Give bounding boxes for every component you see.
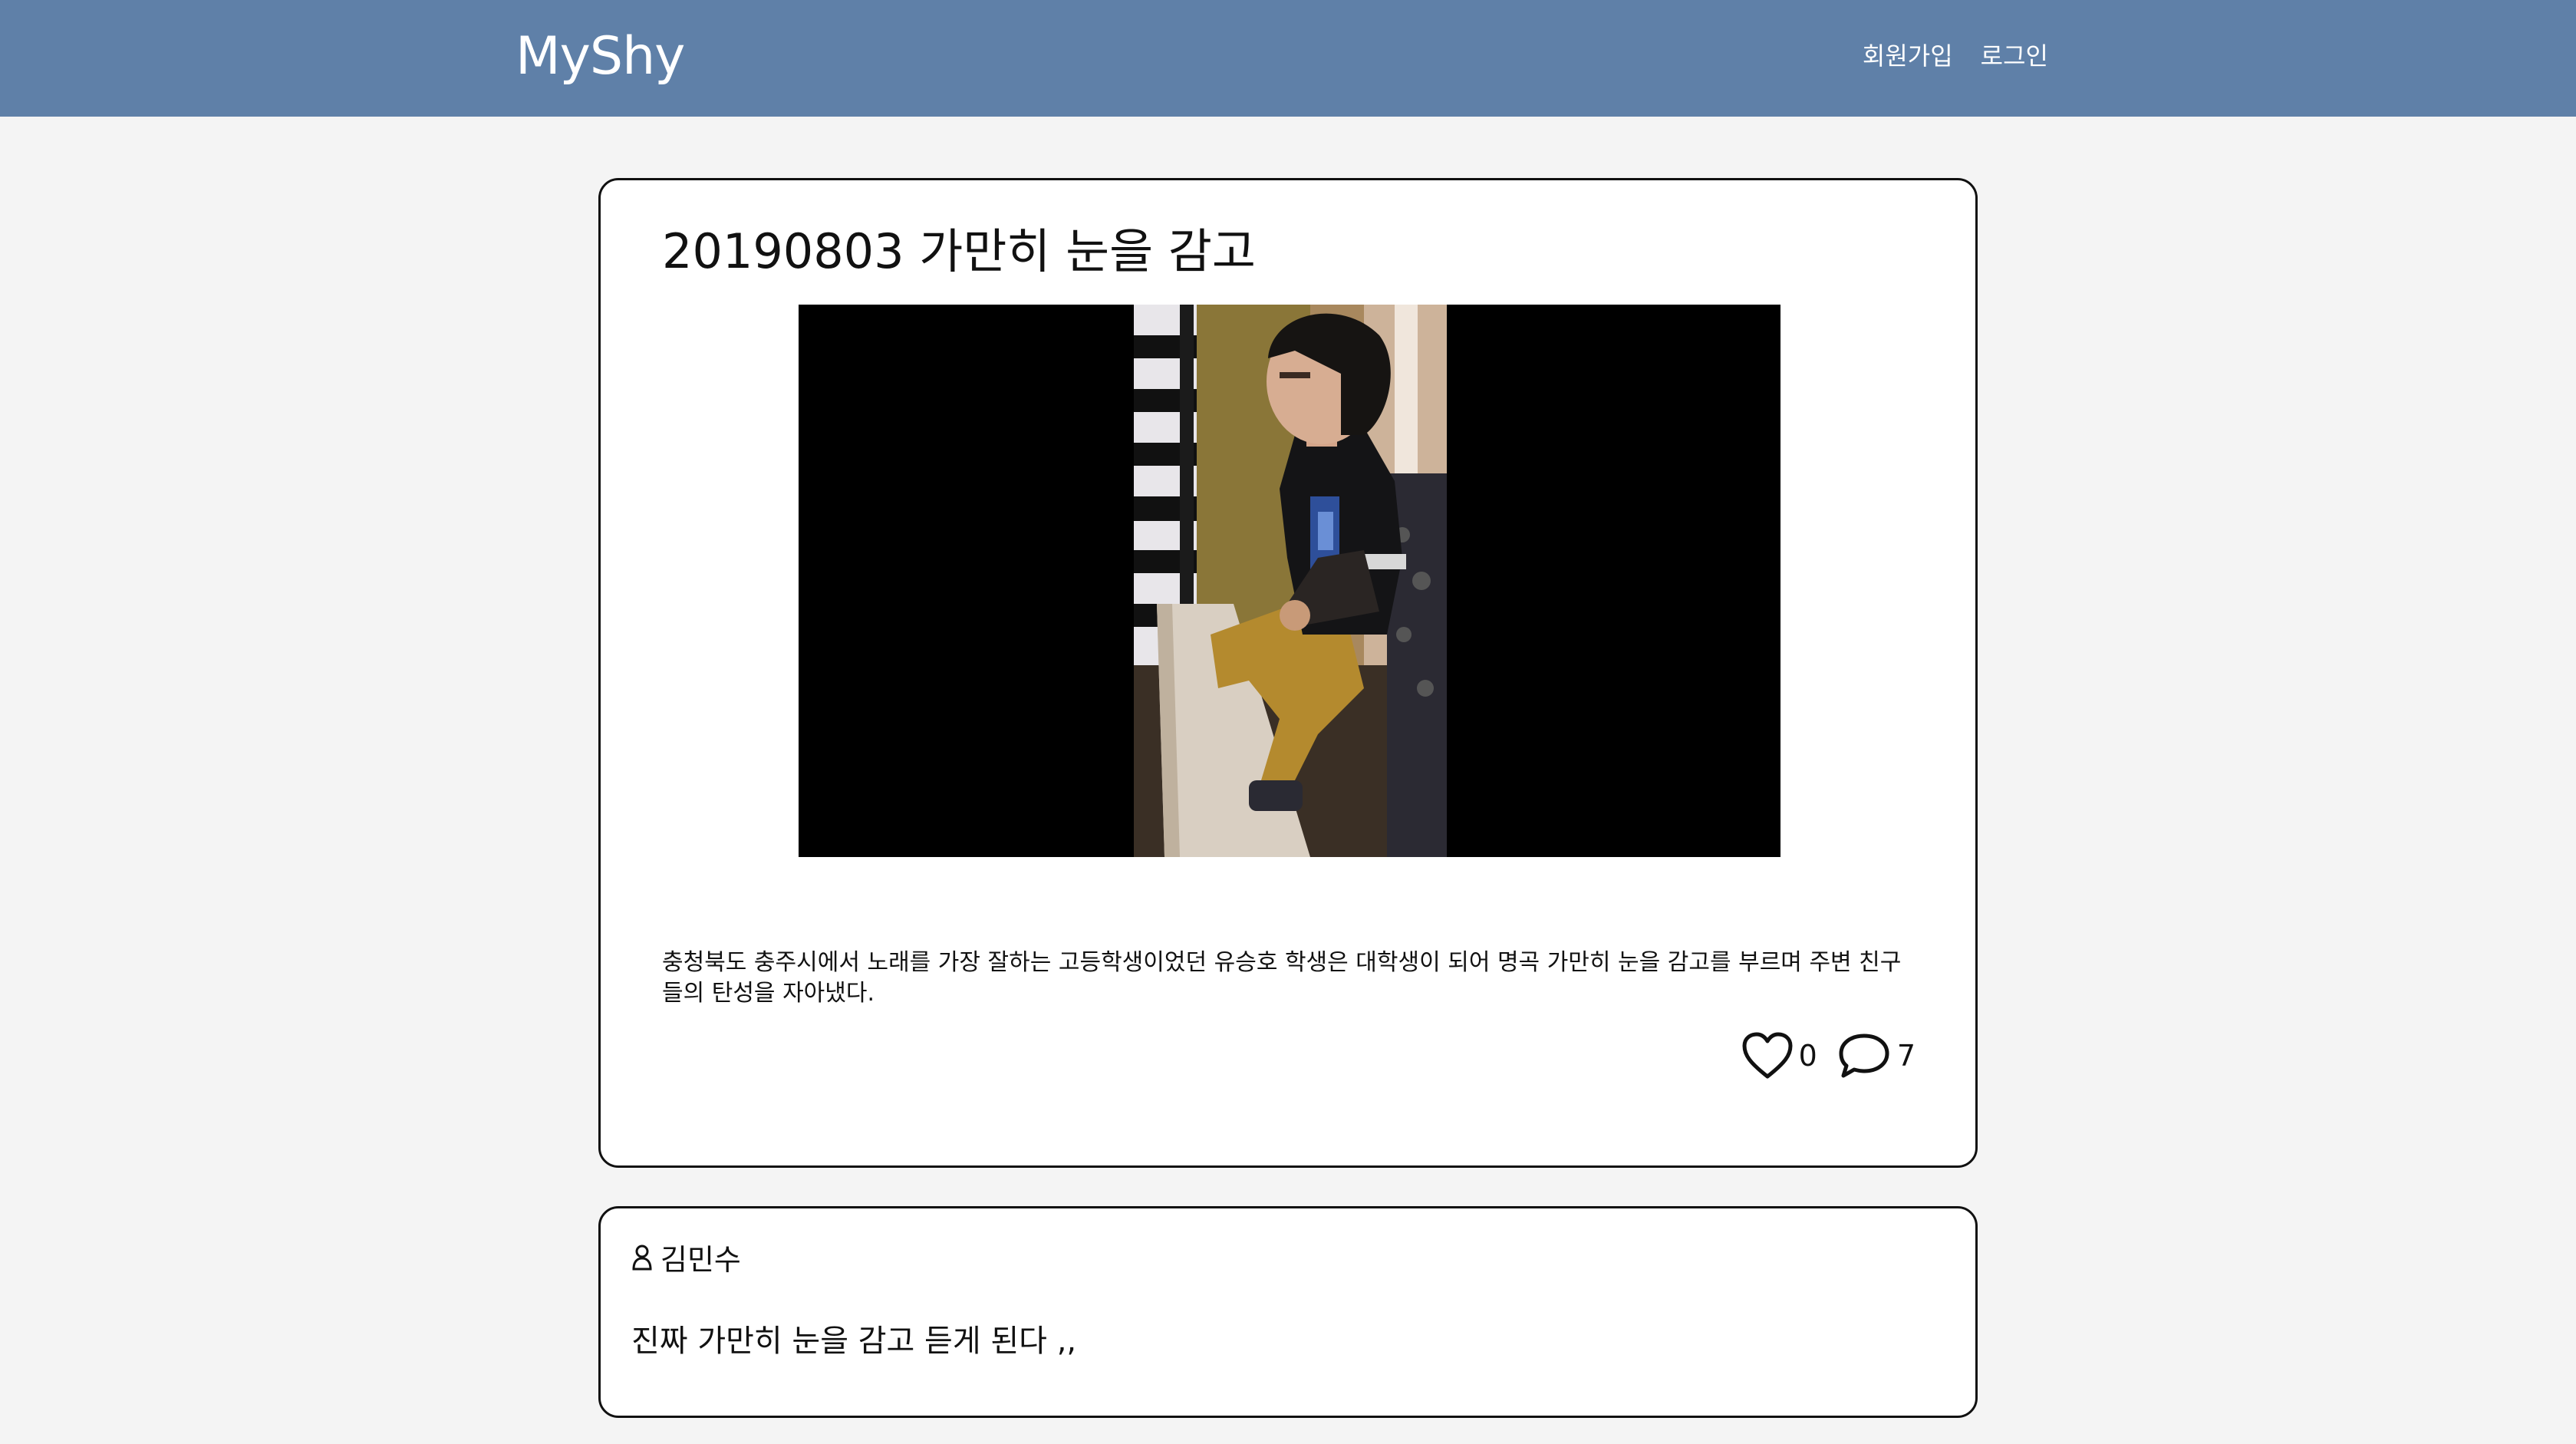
user-icon [632,1245,652,1270]
top-navbar: MyShy 회원가입 로그인 [0,0,2576,117]
comment-card: 김민수 진짜 가만히 눈을 감고 듣게 된다 ,, [598,1206,1978,1418]
comment-button[interactable]: 7 [1837,1032,1916,1080]
brand-logo-link[interactable]: MyShy [516,26,685,87]
video-still-image [1134,305,1447,857]
comment-count: 7 [1896,1039,1916,1073]
comment-author: 김민수 [631,1236,741,1278]
nav-links: 회원가입 로그인 [1863,37,2048,72]
post-description: 충청북도 충주시에서 노래를 가장 잘하는 고등학생이었던 유승호 학생은 대학… [662,949,1902,1007]
post-card: 20190803 가만히 눈을 감고 충청북도 충주시에서 노래를 가장 잘하는… [598,178,1978,1168]
comment-author-name: 김민수 [660,1243,741,1277]
like-count: 0 [1798,1039,1817,1073]
signup-link[interactable]: 회원가입 [1863,37,1953,72]
video-player[interactable] [799,305,1780,857]
heart-icon [1742,1032,1793,1079]
login-link[interactable]: 로그인 [1981,37,2048,72]
comment-text: 진짜 가만히 눈을 감고 듣게 된다 ,, [631,1324,1077,1359]
post-stats: 0 7 [1742,1032,1916,1080]
video-frame [1134,305,1447,857]
like-button[interactable]: 0 [1742,1032,1817,1080]
speech-bubble-icon [1839,1034,1889,1078]
post-title: 20190803 가만히 눈을 감고 [662,223,1256,279]
